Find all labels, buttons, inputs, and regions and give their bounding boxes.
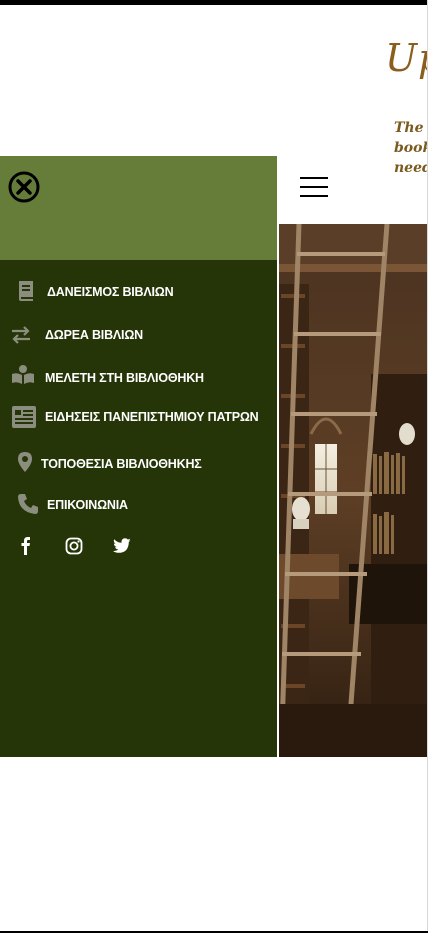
menu-hamburger-icon[interactable] [300, 177, 328, 197]
nav-item-book-donation[interactable]: ΔΩΡΕΑ ΒΙΒΛΙΩΝ [0, 320, 277, 350]
page-title: Up [385, 36, 428, 80]
nav-item-label: ΔΑΝΕΙΣΜΟΣ ΒΙΒΛΙΩΝ [47, 285, 174, 299]
nav-item-book-lending[interactable]: ΔΑΝΕΙΣΜΟΣ ΒΙΒΛΙΩΝ [0, 277, 277, 307]
nav-item-university-news[interactable]: ΕΙΔΗΣΕΙΣ ΠΑΝΕΠΙΣΤΗΜΙΟΥ ΠΑΤΡΩΝ [0, 402, 277, 432]
nav-item-label: ΔΩΡΕΑ ΒΙΒΛΙΩΝ [45, 328, 143, 342]
nav-item-library-study[interactable]: ΜΕΛΕΤΗ ΣΤΗ ΒΙΒΛΙΟΘΗΚΗ [0, 363, 277, 393]
drawer-header [0, 156, 277, 260]
facebook-icon[interactable] [16, 536, 36, 556]
nav-item-label: ΤΟΠΟΘΕΣΙΑ ΒΙΒΛΙΟΘΗΚΗΣ [41, 457, 202, 471]
nav-item-label: ΜΕΛΕΤΗ ΣΤΗ ΒΙΒΛΙΟΘΗΚΗ [45, 371, 204, 385]
instagram-icon[interactable] [64, 536, 84, 556]
reader-icon [11, 364, 35, 386]
nav-item-contact[interactable]: ΕΠΙΚΟΙΝΩΝΙΑ [0, 490, 277, 520]
page-subtitle: The book need [394, 120, 428, 176]
side-drawer: ΔΑΝΕΙΣΜΟΣ ΒΙΒΛΙΩΝ ΔΩΡΕΑ ΒΙΒΛΙΩΝ ΜΕΛΕΤΗ Σ… [0, 156, 277, 757]
exchange-icon [10, 325, 32, 345]
book-icon [16, 279, 36, 303]
phone-icon [16, 492, 40, 516]
nav-item-label: ΕΠΙΚΟΙΝΩΝΙΑ [47, 498, 128, 512]
twitter-icon[interactable] [112, 536, 132, 556]
nav-item-label: ΕΙΔΗΣΕΙΣ ΠΑΝΕΠΙΣΤΗΜΙΟΥ ΠΑΤΡΩΝ [45, 410, 259, 424]
map-pin-icon [17, 451, 33, 473]
close-icon[interactable] [8, 171, 40, 203]
top-border [0, 0, 428, 5]
newspaper-icon [11, 405, 37, 429]
library-hero-image [279, 224, 428, 757]
nav-item-library-location[interactable]: ΤΟΠΟΘΕΣΙΑ ΒΙΒΛΙΟΘΗΚΗΣ [0, 449, 277, 479]
